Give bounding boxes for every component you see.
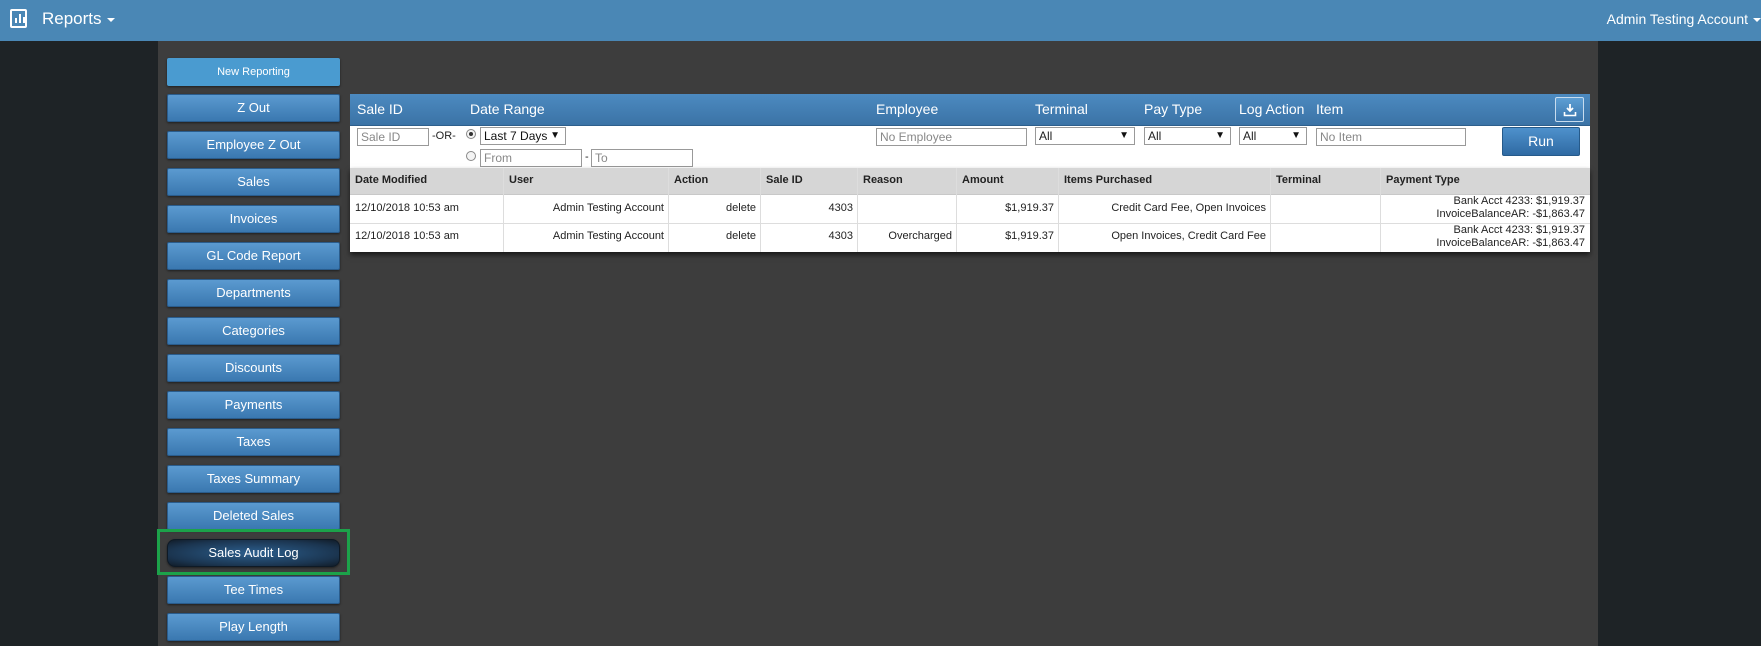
dropdown-arrow-icon: ▼ [1215, 130, 1225, 141]
pay-type-value: All [1148, 129, 1162, 143]
download-button[interactable] [1555, 97, 1584, 122]
column-header[interactable]: Terminal [1271, 168, 1380, 195]
top-bar: Reports Admin Testing Account [0, 0, 1761, 41]
pay-type-select[interactable]: All ▼ [1144, 127, 1231, 145]
dropdown-arrow-icon: ▼ [1119, 130, 1129, 141]
to-date-input[interactable]: To [591, 149, 693, 167]
or-separator: -OR- [432, 130, 456, 142]
date-custom-radio[interactable] [466, 151, 476, 161]
sidebar-item-sales[interactable]: Sales [167, 168, 340, 196]
cell-date: 12/10/2018 10:53 am [355, 202, 459, 214]
item-label: Item [1316, 101, 1344, 117]
terminal-label: Terminal [1035, 101, 1088, 117]
cell-user: Admin Testing Account [552, 202, 664, 214]
sidebar-item-tee-times[interactable]: Tee Times [167, 576, 340, 604]
employee-label: Employee [876, 101, 939, 117]
from-date-input[interactable]: From [480, 149, 582, 167]
sidebar-item-play-length[interactable]: Play Length [167, 613, 340, 641]
sidebar-item-taxes[interactable]: Taxes [167, 428, 340, 456]
cell-payment-line2: InvoiceBalanceAR: -$1,863.47 [1436, 208, 1585, 220]
cell-payment-line2: InvoiceBalanceAR: -$1,863.47 [1436, 237, 1585, 249]
cell-payment-line1: Bank Acct 4233: $1,919.37 [1453, 224, 1586, 236]
sidebar-item-z-out[interactable]: Z Out [167, 94, 340, 122]
cell-payment-line1: Bank Acct 4233: $1,919.37 [1453, 195, 1586, 207]
log-action-select[interactable]: All ▼ [1239, 127, 1307, 145]
log-action-value: All [1243, 129, 1257, 143]
sale-id-input[interactable]: Sale ID [357, 128, 429, 146]
account-name-label: Admin Testing Account [1606, 11, 1748, 27]
selection-highlight [157, 529, 350, 575]
cell-sale-id: 4303 [828, 202, 853, 214]
cell-items-purchased: Credit Card Fee, Open Invoices [1111, 202, 1266, 214]
cell-reason: Overcharged [888, 230, 952, 242]
column-terminal: Terminal [1271, 168, 1381, 252]
column-header[interactable]: Payment Type [1381, 168, 1590, 195]
sidebar-item-gl-code-report[interactable]: GL Code Report [167, 242, 340, 270]
results-table: Date Modified User Action Sale ID Reason… [350, 168, 1590, 252]
filter-controls: Sale ID -OR- Last 7 Days ▼ From - To No … [350, 126, 1590, 168]
dropdown-arrow-icon: ▼ [550, 130, 560, 141]
sidebar-item-taxes-summary[interactable]: Taxes Summary [167, 465, 340, 493]
cell-action: delete [726, 230, 756, 242]
column-header[interactable]: User [504, 168, 668, 195]
date-range-label: Date Range [470, 101, 545, 117]
column-header[interactable]: Action [669, 168, 760, 195]
column-header[interactable]: Items Purchased [1059, 168, 1270, 195]
reports-menu[interactable]: Reports [42, 9, 115, 29]
sidebar-item-payments[interactable]: Payments [167, 391, 340, 419]
cell-amount: $1,919.37 [1005, 230, 1054, 242]
caret-down-icon [1753, 18, 1761, 23]
sidebar-item-invoices[interactable]: Invoices [167, 205, 340, 233]
cell-items-purchased: Open Invoices, Credit Card Fee [1111, 230, 1266, 242]
dropdown-arrow-icon: ▼ [1291, 130, 1301, 141]
cell-date: 12/10/2018 10:53 am [355, 230, 459, 242]
employee-input[interactable]: No Employee [876, 128, 1027, 146]
cell-user: Admin Testing Account [552, 230, 664, 242]
pay-type-label: Pay Type [1144, 101, 1203, 117]
cell-amount: $1,919.37 [1005, 202, 1054, 214]
caret-down-icon [106, 17, 115, 22]
column-header[interactable]: Amount [957, 168, 1058, 195]
date-dash: - [585, 151, 589, 163]
terminal-select[interactable]: All ▼ [1035, 127, 1135, 145]
sidebar-item-departments[interactable]: Departments [167, 279, 340, 307]
column-header[interactable]: Sale ID [761, 168, 857, 195]
run-button[interactable]: Run [1502, 127, 1580, 156]
date-range-value: Last 7 Days [484, 129, 548, 143]
new-reporting-button[interactable]: New Reporting [167, 58, 340, 86]
date-preset-radio[interactable] [466, 129, 476, 139]
sidebar-item-categories[interactable]: Categories [167, 317, 340, 345]
reports-app-icon[interactable] [10, 9, 27, 28]
reports-menu-label: Reports [42, 9, 102, 28]
sidebar-item-employee-z-out[interactable]: Employee Z Out [167, 131, 340, 159]
sidebar-item-discounts[interactable]: Discounts [167, 354, 340, 382]
account-menu[interactable]: Admin Testing Account [1607, 11, 1761, 27]
column-header[interactable]: Date Modified [350, 168, 503, 195]
row-divider [350, 223, 1590, 224]
cell-sale-id: 4303 [828, 230, 853, 242]
sidebar-item-deleted-sales[interactable]: Deleted Sales [167, 502, 340, 530]
column-header[interactable]: Reason [858, 168, 956, 195]
date-range-select[interactable]: Last 7 Days ▼ [480, 127, 566, 145]
filter-header: Sale ID Date Range Employee Terminal Pay… [350, 94, 1590, 126]
log-action-label: Log Action [1239, 101, 1305, 117]
cell-action: delete [726, 202, 756, 214]
sale-id-label: Sale ID [357, 101, 403, 117]
terminal-value: All [1039, 129, 1053, 143]
download-icon [1563, 104, 1577, 117]
item-input[interactable]: No Item [1316, 128, 1466, 146]
